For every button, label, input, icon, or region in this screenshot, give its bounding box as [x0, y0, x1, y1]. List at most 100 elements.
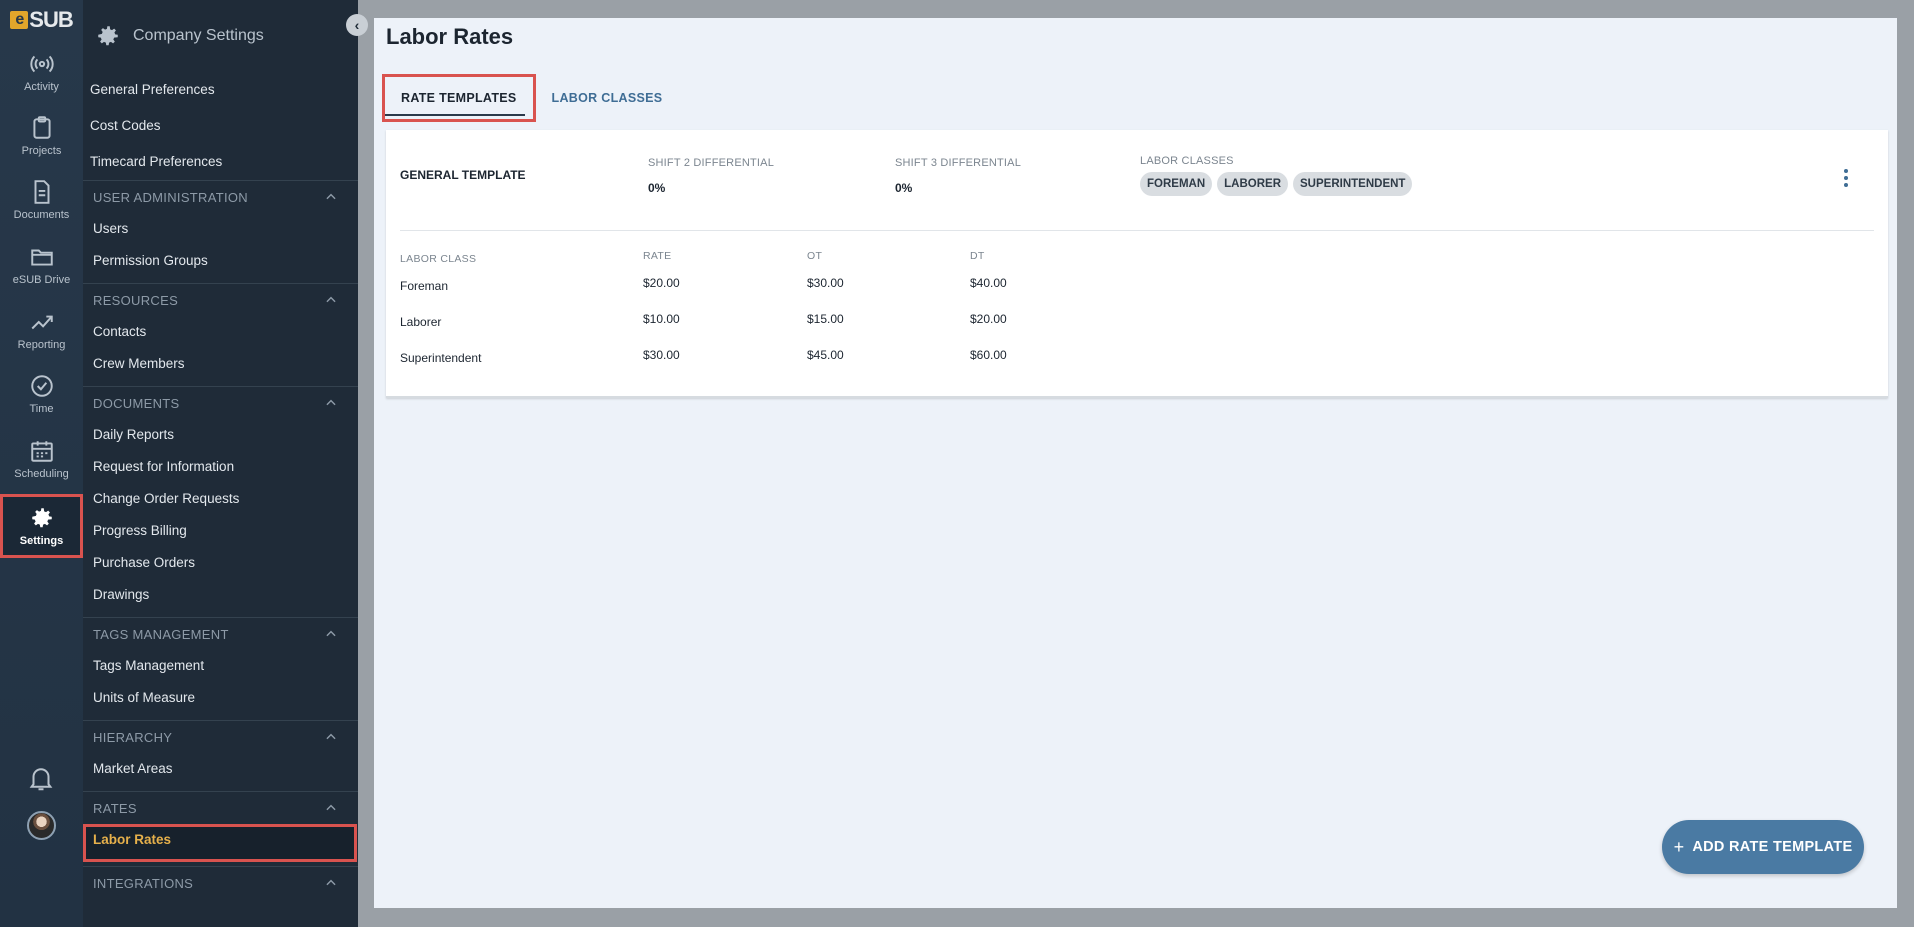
sidebar-item-crew-members[interactable]: Crew Members	[83, 348, 358, 380]
gear-icon	[31, 508, 52, 528]
rail-item-projects[interactable]: Projects	[0, 104, 83, 168]
table-cell: $60.00	[970, 348, 1007, 362]
rail-label: Time	[29, 403, 54, 415]
sidebar-item-purchase-orders[interactable]: Purchase Orders	[83, 547, 358, 579]
section-title: DOCUMENTS	[93, 395, 180, 411]
sidebar-item-permission-groups[interactable]: Permission Groups	[83, 245, 358, 277]
table-cell: $45.00	[807, 348, 844, 362]
template-name: GENERAL TEMPLATE	[400, 168, 526, 182]
divider	[400, 230, 1874, 231]
section-title: HIERARCHY	[93, 729, 173, 745]
chevron-up-icon	[326, 733, 336, 740]
sidebar-section-rates: RATES Labor Rates	[83, 791, 358, 862]
shift2-label: SHIFT 2 DIFFERENTIAL	[648, 157, 775, 169]
add-rate-template-label: ADD RATE TEMPLATE	[1692, 839, 1853, 855]
chevron-up-icon	[326, 193, 336, 200]
rail-item-esub-drive[interactable]: eSUB Drive	[0, 233, 83, 297]
avatar[interactable]	[27, 811, 56, 840]
chevron-left-icon: ‹	[354, 17, 360, 33]
rail-label: Documents	[13, 209, 70, 221]
sidebar-item-cost-codes[interactable]: Cost Codes	[83, 108, 358, 144]
clipboard-icon	[32, 116, 51, 139]
rail-item-activity[interactable]: Activity	[0, 40, 83, 104]
section-title: RATES	[93, 800, 137, 816]
chevron-up-icon	[326, 804, 336, 811]
sidebar-item-users[interactable]: Users	[83, 213, 358, 245]
rail-item-settings[interactable]: Settings	[0, 494, 83, 558]
add-rate-template-button[interactable]: + ADD RATE TEMPLATE	[1662, 820, 1864, 874]
collapse-sidebar-button[interactable]: ‹	[346, 14, 368, 36]
rate-template-card: GENERAL TEMPLATE SHIFT 2 DIFFERENTIAL 0%…	[386, 130, 1888, 398]
section-header[interactable]: DOCUMENTS	[83, 387, 358, 419]
table-cell: $30.00	[643, 348, 680, 362]
document-icon	[34, 180, 49, 204]
tab-labor-classes[interactable]: LABOR CLASSES	[536, 74, 679, 122]
table-cell: $40.00	[970, 276, 1007, 290]
sidebar-section-user-administration: USER ADMINISTRATION Users Permission Gro…	[83, 180, 358, 277]
sidebar-header: Company Settings	[83, 0, 358, 72]
app-rail: e SUB Activity Projects Documents eSUB D…	[0, 0, 83, 927]
section-title: USER ADMINISTRATION	[93, 189, 248, 205]
tab-bar: RATE TEMPLATES LABOR CLASSES	[382, 74, 678, 122]
section-header[interactable]: TAGS MANAGEMENT	[83, 618, 358, 650]
sidebar-section-resources: RESOURCES Contacts Crew Members	[83, 283, 358, 380]
sidebar-item-tags-management[interactable]: Tags Management	[83, 650, 358, 682]
plus-icon: +	[1673, 836, 1685, 857]
shift3-label: SHIFT 3 DIFFERENTIAL	[895, 157, 1022, 169]
sidebar-item-market-areas[interactable]: Market Areas	[83, 753, 358, 785]
section-header[interactable]: RESOURCES	[83, 284, 358, 316]
sidebar-item-progress-billing[interactable]: Progress Billing	[83, 515, 358, 547]
section-header[interactable]: INTEGRATIONS	[83, 867, 358, 899]
rail-label: eSUB Drive	[12, 274, 71, 286]
sidebar-item-drawings[interactable]: Drawings	[83, 579, 358, 611]
sidebar-title: Company Settings	[133, 27, 264, 44]
sidebar-item-timecard-preferences[interactable]: Timecard Preferences	[83, 144, 358, 180]
section-header[interactable]: HIERARCHY	[83, 721, 358, 753]
shift3-value: 0%	[895, 181, 913, 195]
tab-rate-templates[interactable]: RATE TEMPLATES	[382, 74, 536, 122]
rail-label: Settings	[19, 535, 64, 547]
sidebar-item-contacts[interactable]: Contacts	[83, 316, 358, 348]
table-cell: Laborer	[400, 315, 442, 329]
table-cell: Foreman	[400, 279, 449, 293]
table-cell: $10.00	[643, 312, 680, 326]
labor-classes-label: LABOR CLASSES	[1140, 155, 1234, 167]
table-cell: Superintendent	[400, 351, 482, 365]
calendar-icon	[30, 441, 53, 462]
chevron-up-icon	[326, 879, 336, 886]
rail-label: Scheduling	[14, 468, 69, 480]
sidebar-item-change-order-requests[interactable]: Change Order Requests	[83, 483, 358, 515]
table-cell: $15.00	[807, 312, 844, 326]
sidebar-item-units-of-measure[interactable]: Units of Measure	[83, 682, 358, 714]
esub-logo[interactable]: e SUB	[0, 0, 83, 40]
logo-text: SUB	[29, 7, 73, 32]
rail-item-documents[interactable]: Documents	[0, 168, 83, 232]
rail-label: Reporting	[17, 339, 66, 351]
page-title: Labor Rates	[386, 24, 514, 49]
col-header-rate: RATE	[643, 250, 672, 262]
bell-icon[interactable]	[26, 763, 56, 793]
logo-mark: e	[10, 11, 29, 29]
section-header[interactable]: RATES	[83, 792, 358, 824]
sidebar-item-general-preferences[interactable]: General Preferences	[83, 72, 358, 108]
section-header[interactable]: USER ADMINISTRATION	[83, 181, 358, 213]
more-options-icon[interactable]	[1834, 166, 1858, 190]
table-cell: $20.00	[970, 312, 1007, 326]
activity-icon	[29, 55, 54, 73]
col-header-dt: DT	[970, 250, 985, 262]
rail-item-reporting[interactable]: Reporting	[0, 298, 83, 362]
rail-label: Activity	[24, 81, 59, 93]
sidebar-item-rfi[interactable]: Request for Information	[83, 451, 358, 483]
labor-class-chips: FOREMAN LABORER SUPERINTENDENT	[1140, 172, 1413, 196]
sidebar-item-daily-reports[interactable]: Daily Reports	[83, 419, 358, 451]
sidebar-section-tags-management: TAGS MANAGEMENT Tags Management Units of…	[83, 617, 358, 714]
section-title: TAGS MANAGEMENT	[93, 626, 229, 642]
rail-item-time[interactable]: Time	[0, 362, 83, 426]
rail-item-scheduling[interactable]: Scheduling	[0, 427, 83, 491]
table-cell: $20.00	[643, 276, 680, 290]
col-header-labor-class: LABOR CLASS	[400, 253, 477, 265]
chevron-up-icon	[326, 296, 336, 303]
sidebar-section-hierarchy: HIERARCHY Market Areas	[83, 720, 358, 785]
sidebar-item-labor-rates[interactable]: Labor Rates	[83, 824, 357, 862]
clock-icon	[30, 375, 53, 397]
